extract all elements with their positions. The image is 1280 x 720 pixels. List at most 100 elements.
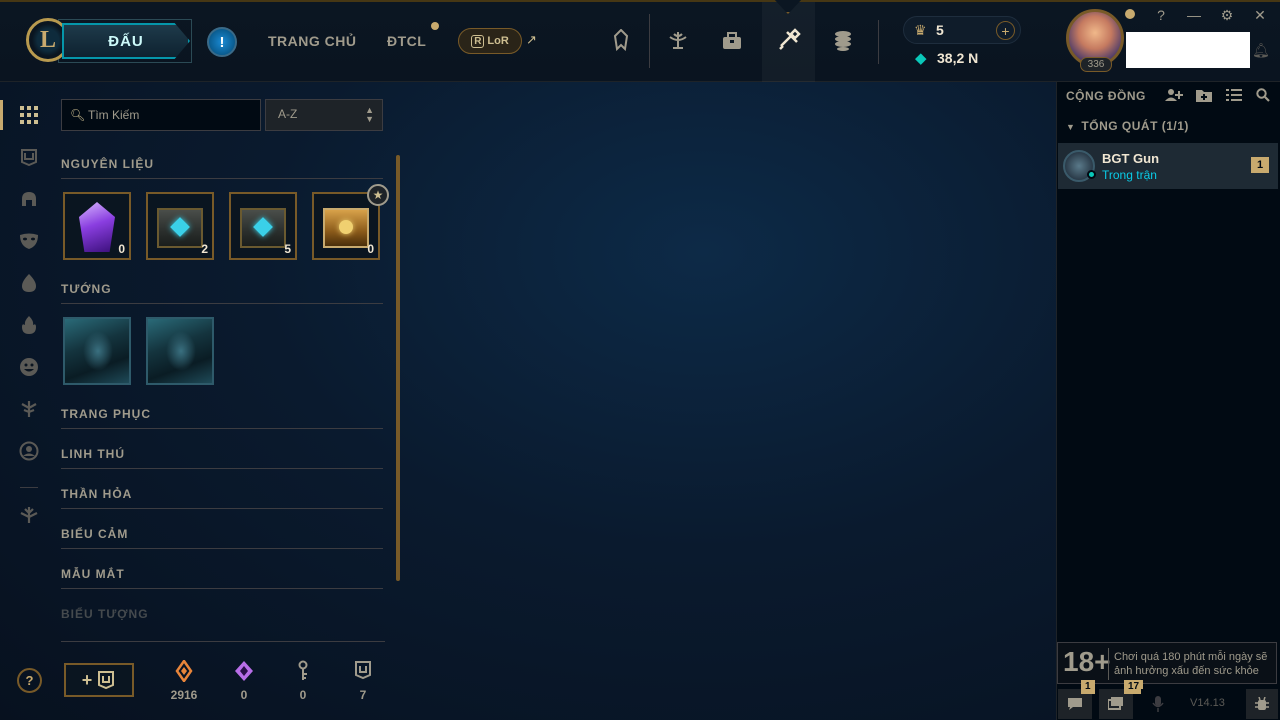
bug-report-button[interactable] <box>1246 689 1278 719</box>
blue-essence-icon: ◆ <box>915 50 927 67</box>
friend-group-header[interactable]: ▼ TỔNG QUÁT (1/1) <box>1066 119 1189 133</box>
section-wards[interactable]: MẪU MẮT <box>61 567 383 589</box>
chest-resource: 7 <box>343 660 383 702</box>
lor-logo-icon: R <box>471 34 485 48</box>
crafting-icon[interactable] <box>775 26 803 54</box>
rail-active-indicator <box>0 100 3 130</box>
riot-points-value: 5 <box>936 22 944 38</box>
search-input[interactable] <box>88 106 256 124</box>
collection-icon[interactable] <box>664 26 692 54</box>
nav-home[interactable]: TRANG CHỦ <box>268 33 357 49</box>
craft-key-button[interactable]: + <box>64 663 134 697</box>
star-badge-icon: ★ <box>367 184 389 206</box>
external-link-icon: ↗ <box>526 32 537 47</box>
champion-shard-tile[interactable] <box>63 317 131 385</box>
craft-plus: + <box>81 669 93 690</box>
add-friend-icon[interactable] <box>1165 88 1183 105</box>
section-emotes[interactable]: BIỂU CẢM <box>61 527 383 549</box>
tft-notification-dot <box>431 22 439 30</box>
microphone-icon <box>1152 696 1164 712</box>
mythic-essence-value: 0 <box>240 688 248 702</box>
loot-count: 2 <box>201 242 208 256</box>
help-icon[interactable]: ? <box>1153 7 1169 23</box>
section-champions: TƯỚNG <box>61 282 383 304</box>
chest-value: 7 <box>359 688 367 702</box>
age-divider <box>1108 648 1109 680</box>
friend-status-dot <box>1087 170 1096 179</box>
alert-icon[interactable]: ! <box>207 27 237 57</box>
voice-button[interactable] <box>1141 689 1175 719</box>
lor-button[interactable]: R LoR <box>458 28 522 54</box>
riot-points-icon: ♛ <box>914 22 927 38</box>
skin-mask-icon[interactable] <box>16 228 42 254</box>
section-companions[interactable]: LINH THÚ <box>61 447 383 469</box>
group-label: TỔNG QUÁT (1/1) <box>1081 119 1189 133</box>
chest-key-icon <box>98 671 115 690</box>
mythic-essence-resource: 0 <box>224 660 264 702</box>
blue-essence-value: 38,2 N <box>937 50 979 66</box>
loot-count: 5 <box>284 242 291 256</box>
loot-help-button[interactable]: ? <box>17 668 42 693</box>
store-icon[interactable] <box>829 26 857 54</box>
hextech-chest-icon <box>240 208 286 248</box>
social-title: CỘNG ĐỒNG <box>1066 89 1146 103</box>
loot-tile-essence-shard[interactable]: 0 <box>63 192 131 260</box>
notification-stack-icon <box>1108 697 1123 710</box>
search-icon: 🔍︎ <box>70 108 86 122</box>
profile-icon[interactable] <box>607 26 635 54</box>
friend-name: BGT Gun <box>1102 151 1160 166</box>
sort-value: A-Z <box>278 107 298 121</box>
list-view-icon[interactable] <box>1226 88 1242 105</box>
ward-icon[interactable] <box>16 396 42 422</box>
sort-dropdown[interactable]: A-Z ▲ ▼ <box>265 99 383 131</box>
play-button[interactable]: ĐẤU <box>62 23 190 59</box>
close-icon[interactable]: ✕ <box>1252 7 1268 24</box>
minimize-icon[interactable]: — <box>1186 7 1202 23</box>
key-fragment-value: 0 <box>299 688 307 702</box>
orange-essence-icon <box>164 658 204 684</box>
bottom-divider <box>61 641 385 642</box>
loot-count: 0 <box>367 242 374 256</box>
champion-shard-tile[interactable] <box>146 317 214 385</box>
status-indicator[interactable] <box>1125 9 1135 19</box>
loot-tile-hextech-chest-2[interactable]: 5 <box>229 192 297 260</box>
mythic-essence-icon <box>224 660 264 684</box>
lor-label: LoR <box>487 35 509 47</box>
key-fragment-icon <box>283 660 323 684</box>
section-totems[interactable]: THẦN HỎA <box>61 487 383 509</box>
client-version: V14.13 <box>1190 697 1225 709</box>
notification-bell-icon[interactable]: 🔔︎ <box>1252 42 1270 59</box>
collapse-arrow-icon: ▼ <box>1066 122 1076 132</box>
section-materials: NGUYÊN LIỆU <box>61 157 383 179</box>
key-fragment-resource: 0 <box>283 660 323 702</box>
mythic-shard-icon <box>79 202 115 252</box>
loot-tile-hextech-chest[interactable]: 2 <box>146 192 214 260</box>
friend-badge: 1 <box>1251 157 1269 173</box>
totem-flame-icon[interactable] <box>16 312 42 338</box>
section-icons[interactable]: BIỂU TƯỢNG <box>61 607 383 628</box>
health-warning-text: Chơi quá 180 phút mỗi ngày sẽ ảnh hưởng … <box>1114 651 1268 677</box>
orange-essence-resource: 2916 <box>164 658 204 702</box>
orange-essence-value: 2916 <box>170 688 198 702</box>
materials-chest-icon[interactable] <box>16 144 42 170</box>
summoner-icon-icon[interactable] <box>16 438 42 464</box>
search-icon[interactable] <box>1256 88 1270 105</box>
champion-helmet-icon[interactable] <box>16 186 42 212</box>
chat-badge: 1 <box>1081 680 1095 694</box>
loot-icon[interactable] <box>718 26 746 54</box>
buy-rp-button[interactable]: + <box>996 21 1015 40</box>
settings-icon[interactable]: ⚙ <box>1219 7 1235 24</box>
topbar-divider-2 <box>878 20 879 64</box>
chest-key-icon <box>343 660 383 684</box>
inventory-scrollbar[interactable] <box>396 155 400 581</box>
emote-smiley-icon[interactable] <box>16 354 42 380</box>
add-folder-icon[interactable] <box>1196 88 1212 105</box>
bug-icon <box>1255 697 1269 710</box>
hextech-chest-icon <box>157 208 203 248</box>
age-rating: 18+ <box>1063 646 1111 677</box>
eternals-icon[interactable] <box>16 502 42 528</box>
nav-tft[interactable]: ĐTCL <box>387 33 426 49</box>
companion-egg-icon[interactable] <box>16 270 42 296</box>
grid-view-icon[interactable] <box>16 102 42 128</box>
section-skins[interactable]: TRANG PHỤC <box>61 407 383 429</box>
